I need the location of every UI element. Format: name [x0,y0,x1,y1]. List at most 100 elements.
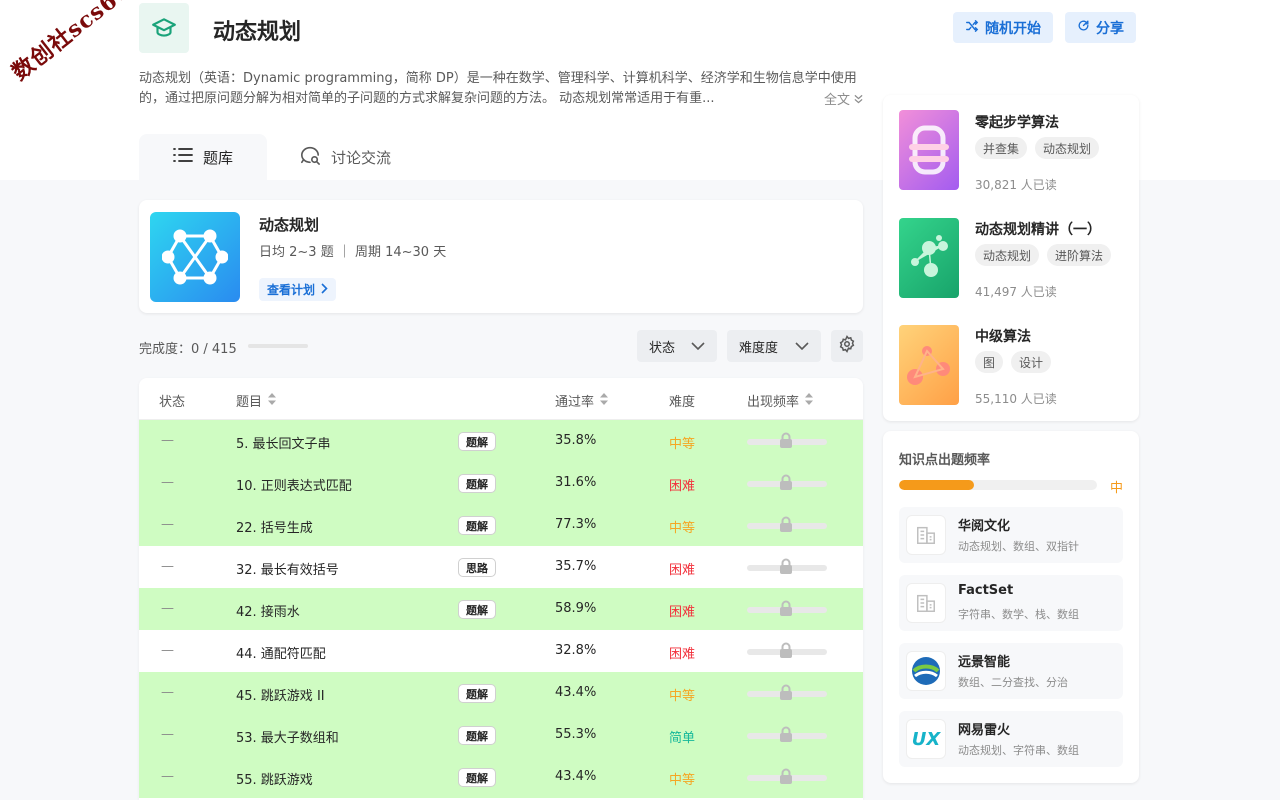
view-plan-button[interactable]: 查看计划 [259,278,337,301]
double-chevron-down-icon [854,93,863,108]
difficulty-label: 困难 [669,647,696,662]
pass-rate: 58.9% [555,601,597,616]
book-title[interactable]: 零起步学算法 [975,112,1059,132]
problem-title-link[interactable]: 22. 括号生成 [236,517,313,536]
recommended-books-card: 零起步学算法 并查集 动态规划 30,821 人已读 动态规划精讲（一） 动态规… [883,95,1139,421]
random-start-button[interactable]: 随机开始 [953,12,1053,43]
problem-title-link[interactable]: 32. 最长有效括号 [236,559,339,578]
book-tag[interactable]: 设计 [1011,351,1052,373]
book-cover-1[interactable] [899,110,959,190]
envision-logo-icon [906,651,946,691]
company-tags: 动态规划、数组、双指针 [958,540,1079,553]
solution-badge[interactable]: 题解 [458,600,496,619]
row-status: — [161,475,174,490]
solution-badge[interactable]: 题解 [458,516,496,535]
row-status: — [161,517,174,532]
solution-badge[interactable]: 题解 [458,726,496,745]
book-tags: 并查集 动态规划 [975,137,1100,159]
tab-discussion[interactable]: 讨论交流 [267,134,423,180]
row-status: — [161,601,174,616]
difficulty-label: 中等 [669,689,696,704]
company-item[interactable]: 远景智能 数组、二分查找、分治 [899,643,1123,699]
pass-rate: 31.6% [555,475,597,490]
problem-title-link[interactable]: 44. 通配符匹配 [236,643,326,662]
company-tags: 动态规划、字符串、数组 [958,744,1079,757]
pass-rate: 43.4% [555,769,597,784]
shuffle-icon [965,19,979,37]
book-tag[interactable]: 并查集 [975,137,1028,159]
book-tag[interactable]: 动态规划 [975,244,1040,266]
problem-title-link[interactable]: 53. 最大子数组和 [236,727,339,746]
book-tags: 动态规划 进阶算法 [975,244,1112,266]
row-status: — [161,559,174,574]
tab-problems-label: 题库 [203,148,234,167]
tab-discussion-label: 讨论交流 [331,148,392,167]
list-icon [173,147,193,167]
completion-progress-bar [248,344,308,348]
difficulty-label: 中等 [669,437,696,452]
table-row[interactable]: — 55. 跳跃游戏 题解 43.4% 中等 [139,756,863,798]
expand-description-link[interactable]: 全文 [820,89,864,108]
problem-title-link[interactable]: 42. 接雨水 [236,601,300,620]
table-row[interactable]: — 22. 括号生成 题解 77.3% 中等 [139,504,863,546]
random-start-label: 随机开始 [985,20,1041,37]
book-read-count: 55,110 人已读 [975,392,1057,406]
solution-badge[interactable]: 题解 [458,474,496,493]
table-row[interactable]: — 32. 最长有效括号 思路 35.7% 困难 [139,546,863,588]
header-pass-rate-sort[interactable]: 通过率 [555,391,609,410]
frequency-bar [899,480,1097,490]
status-filter-label: 状态 [649,340,676,356]
book-title[interactable]: 动态规划精讲（一） [975,219,1101,239]
company-item[interactable]: UX 网易雷火 动态规划、字符串、数组 [899,711,1123,767]
tab-problems[interactable]: 题库 [139,134,268,180]
table-row[interactable]: — 5. 最长回文子串 题解 35.8% 中等 [139,420,863,462]
header-title-sort[interactable]: 题目 [236,391,277,410]
discussion-icon [299,145,321,169]
lock-icon [779,684,793,704]
settings-button[interactable] [831,330,863,362]
share-icon [1077,19,1090,36]
company-item[interactable]: 华阅文化 动态规划、数组、双指针 [899,507,1123,563]
building-icon [906,583,946,623]
problem-table: 状态 题目 通过率 难度 出现频率 —5. 最长回文子串 题解 35.8% 中等 —10… [139,378,863,800]
table-body: —5. 最长回文子串 题解 35.8% 中等 —10. 正则表达式匹配 题解 31.6% 困难… [139,420,863,798]
page-title: 动态规划 [213,20,302,45]
pass-rate: 35.8% [555,433,597,448]
table-row[interactable]: — 10. 正则表达式匹配 题解 31.6% 困难 [139,462,863,504]
header-pass-rate-label: 通过率 [555,395,595,410]
share-button[interactable]: 分享 [1065,12,1136,43]
table-row[interactable]: — 45. 跳跃游戏 II 题解 43.4% 中等 [139,672,863,714]
ux-logo-text: UX [911,728,941,750]
difficulty-label: 困难 [669,479,696,494]
table-row[interactable]: — 53. 最大子数组和 题解 55.3% 简单 [139,714,863,756]
row-status: — [161,685,174,700]
table-row[interactable]: — 42. 接雨水 题解 58.9% 困难 [139,588,863,630]
graduation-cap-icon [139,3,189,53]
table-row[interactable]: — 44. 通配符匹配 32.8% 困难 [139,630,863,672]
book-tag[interactable]: 图 [975,351,1004,373]
header-frequency-sort[interactable]: 出现频率 [747,391,814,410]
company-item[interactable]: FactSet 字符串、数学、栈、数组 [899,575,1123,631]
difficulty-filter-dropdown[interactable]: 难度度 [727,330,821,362]
lock-icon [779,474,793,494]
chevron-down-icon [795,339,809,354]
topic-description: 动态规划（英语：Dynamic programming，简称 DP）是一种在数学… [139,71,857,106]
solution-badge[interactable]: 题解 [458,684,496,703]
solution-badge[interactable]: 题解 [458,768,496,787]
solution-badge[interactable]: 思路 [458,558,496,577]
chevron-right-icon [321,282,328,297]
status-filter-dropdown[interactable]: 状态 [637,330,717,362]
row-status: — [161,643,174,658]
problem-title-link[interactable]: 5. 最长回文子串 [236,433,331,452]
book-cover-3[interactable] [899,325,959,405]
difficulty-filter-label: 难度度 [739,340,779,356]
book-cover-2[interactable] [899,218,959,298]
problem-title-link[interactable]: 55. 跳跃游戏 [236,769,313,788]
book-tag[interactable]: 动态规划 [1035,137,1100,159]
book-tag[interactable]: 进阶算法 [1047,244,1112,266]
book-read-count: 30,821 人已读 [975,178,1057,192]
solution-badge[interactable]: 题解 [458,432,496,451]
book-title[interactable]: 中级算法 [975,326,1031,346]
problem-title-link[interactable]: 10. 正则表达式匹配 [236,475,352,494]
problem-title-link[interactable]: 45. 跳跃游戏 II [236,685,325,704]
